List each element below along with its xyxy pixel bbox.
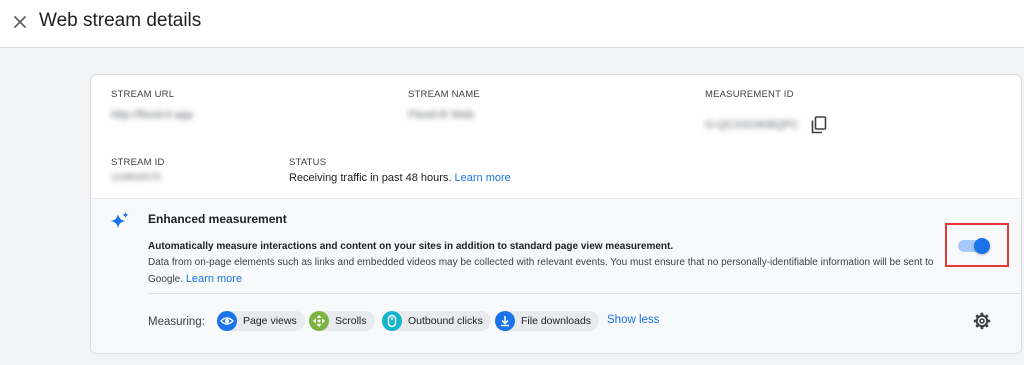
measurement-id-value: G-QCXSOIKBQPC bbox=[705, 119, 799, 131]
stream-name-value: Flood-It! Web bbox=[408, 109, 474, 121]
enhanced-measurement-description: Automatically measure interactions and c… bbox=[148, 239, 948, 288]
show-less-link[interactable]: Show less bbox=[607, 314, 659, 326]
measurement-id-label: MEASUREMENT ID bbox=[705, 89, 794, 100]
page-title: Web stream details bbox=[39, 10, 202, 31]
chip-label: Outbound clicks bbox=[408, 315, 483, 327]
chip-label: Scrolls bbox=[335, 315, 367, 327]
status-label: STATUS bbox=[289, 157, 327, 168]
close-icon[interactable] bbox=[10, 12, 30, 32]
description-text: Data from on-page elements such as links… bbox=[148, 257, 934, 285]
stream-url-value: http://flood-it.app bbox=[111, 109, 193, 121]
enhanced-learn-more-link[interactable]: Learn more bbox=[186, 273, 242, 285]
chip-scrolls: Scrolls bbox=[309, 311, 375, 331]
chip-label: File downloads bbox=[521, 315, 592, 327]
status-message: Receiving traffic in past 48 hours. bbox=[289, 172, 452, 184]
divider bbox=[148, 293, 1021, 294]
top-bar: Web stream details bbox=[0, 0, 1024, 48]
enhanced-measurement-section: Enhanced measurement Automatically measu… bbox=[91, 198, 1021, 353]
stream-id-value: 2148025070 bbox=[111, 172, 162, 182]
chip-file-downloads: File downloads bbox=[495, 311, 600, 331]
description-bold: Automatically measure interactions and c… bbox=[148, 241, 674, 252]
stream-url-label: STREAM URL bbox=[111, 89, 175, 100]
scroll-arrows-icon bbox=[309, 311, 329, 331]
enhanced-measurement-title: Enhanced measurement bbox=[148, 212, 287, 226]
download-icon bbox=[495, 311, 515, 331]
stream-name-label: STREAM NAME bbox=[408, 89, 480, 100]
stream-id-label: STREAM ID bbox=[111, 157, 165, 168]
mouse-icon bbox=[382, 311, 402, 331]
eye-icon bbox=[217, 311, 237, 331]
status-text: Receiving traffic in past 48 hours. Lear… bbox=[289, 172, 511, 184]
stream-details-card: STREAM URL http://flood-it.app STREAM NA… bbox=[90, 74, 1022, 354]
chip-label: Page views bbox=[243, 315, 297, 327]
toggle-knob bbox=[974, 238, 990, 254]
gear-icon[interactable] bbox=[973, 312, 991, 330]
copy-icon[interactable] bbox=[811, 116, 827, 134]
status-learn-more-link[interactable]: Learn more bbox=[455, 172, 511, 184]
sparkle-icon bbox=[110, 211, 130, 231]
chip-page-views: Page views bbox=[217, 311, 305, 331]
enhanced-measurement-toggle[interactable] bbox=[958, 238, 990, 254]
chip-outbound-clicks: Outbound clicks bbox=[382, 311, 491, 331]
measuring-label: Measuring: bbox=[148, 316, 205, 328]
